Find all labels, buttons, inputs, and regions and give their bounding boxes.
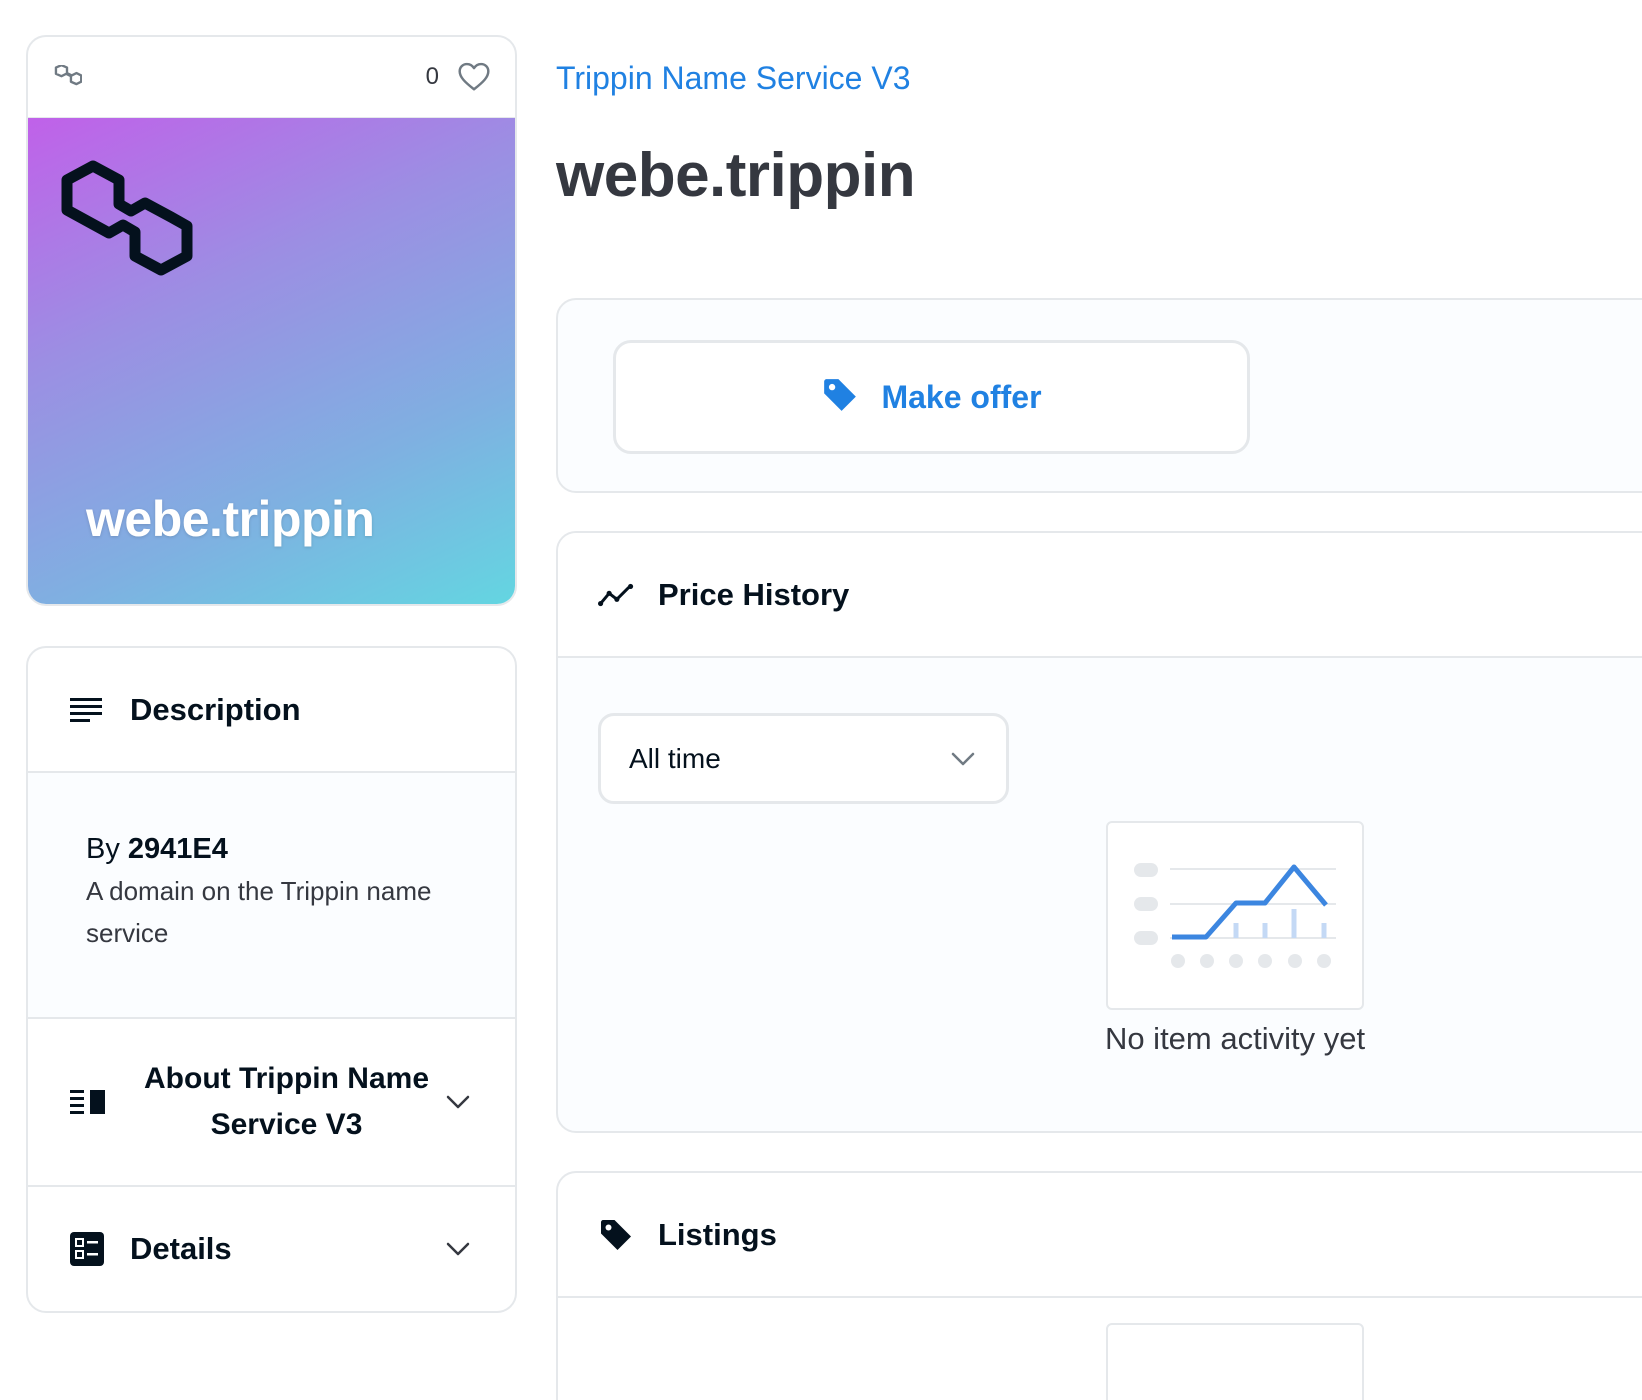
- price-history-header[interactable]: Price History: [558, 533, 1642, 658]
- time-range-value: All time: [629, 742, 721, 774]
- listings-empty-illustration: [1106, 1323, 1364, 1400]
- description-text: A domain on the Trippin name service: [86, 876, 432, 948]
- chevron-down-icon: [948, 744, 978, 774]
- description-body: By 2941E4 A domain on the Trippin name s…: [28, 773, 515, 1019]
- heart-icon[interactable]: [457, 59, 493, 95]
- empty-activity-message: No item activity yet: [1104, 1021, 1366, 1056]
- tag-icon: [821, 376, 859, 419]
- about-collection-title: About Trippin Name Service V3: [144, 1062, 429, 1141]
- creator-link[interactable]: 2941E4: [128, 833, 228, 865]
- polygon-logo-icon: [61, 160, 193, 276]
- creator-line: By 2941E4: [86, 833, 457, 866]
- make-offer-button[interactable]: Make offer: [613, 340, 1250, 454]
- asset-image-name: webe.trippin: [86, 491, 375, 547]
- chevron-down-icon: [443, 1234, 473, 1264]
- asset-image[interactable]: webe.trippin: [28, 118, 515, 604]
- description-title: Description: [130, 691, 301, 727]
- details-toggle[interactable]: Details: [28, 1187, 515, 1311]
- by-prefix: By: [86, 833, 120, 865]
- chevron-down-icon: [443, 1087, 473, 1117]
- listings-panel: Listings: [556, 1171, 1642, 1400]
- time-range-select[interactable]: All time: [598, 713, 1009, 804]
- favorites-count: 0: [425, 63, 439, 90]
- polygon-icon: [52, 62, 82, 92]
- make-offer-label: Make offer: [881, 378, 1042, 415]
- tag-icon: [598, 1217, 634, 1253]
- asset-page: 0 webe.trippin Description By 2941E4 A d…: [0, 0, 1642, 1400]
- about-collection-icon: [70, 1084, 106, 1120]
- details-title: Details: [130, 1231, 232, 1266]
- asset-card: 0 webe.trippin: [26, 35, 517, 606]
- price-history-title: Price History: [658, 576, 850, 612]
- item-title: webe.trippin: [556, 141, 916, 210]
- details-grid-icon: [70, 1231, 106, 1267]
- price-history-panel: Price History All time No item activity …: [556, 531, 1642, 1133]
- description-lines-icon: [70, 692, 106, 728]
- collection-link[interactable]: Trippin Name Service V3: [556, 60, 911, 97]
- info-accordion: Description By 2941E4 A domain on the Tr…: [26, 646, 517, 1313]
- asset-card-topbar: 0: [28, 37, 515, 118]
- about-collection-toggle[interactable]: About Trippin Name Service V3: [28, 1019, 515, 1187]
- trade-panel: Make offer: [556, 298, 1642, 493]
- description-header[interactable]: Description: [28, 648, 515, 773]
- trend-line-icon: [598, 577, 634, 613]
- listings-header[interactable]: Listings: [558, 1173, 1642, 1298]
- favorite-group: 0: [426, 59, 493, 95]
- empty-chart-illustration: [1106, 821, 1364, 1010]
- listings-title: Listings: [658, 1216, 777, 1252]
